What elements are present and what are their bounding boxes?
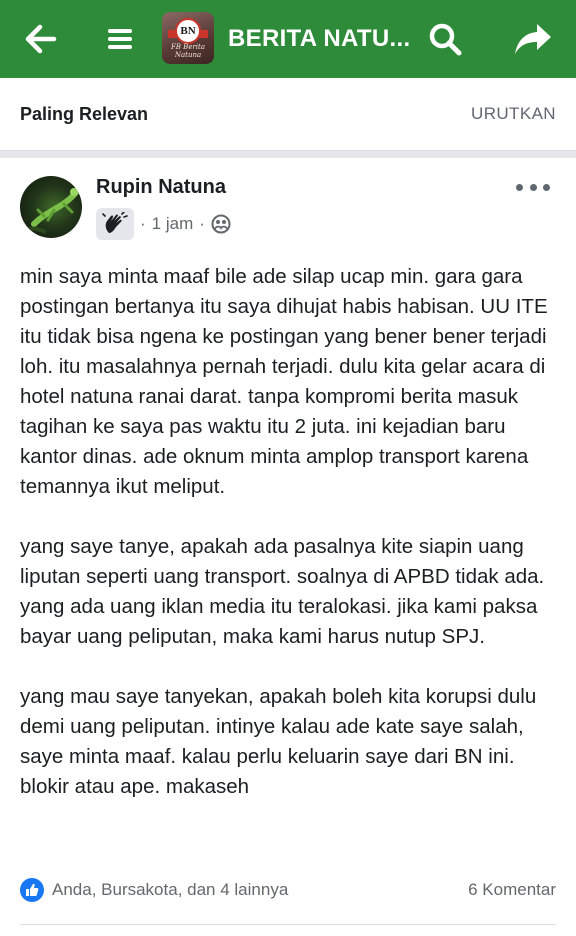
post-paragraph: min saya minta maaf bile ade silap ucap … — [20, 265, 548, 498]
group-members-icon — [211, 214, 231, 234]
meta-dot-2: · — [199, 214, 205, 233]
section-divider — [0, 151, 576, 158]
hamburger-menu-icon — [108, 29, 132, 49]
reactions-summary[interactable]: Anda, Bursakota, dan 4 lainnya — [20, 876, 288, 904]
share-button[interactable] — [506, 0, 560, 78]
top-app-bar: BN FB Berita Natuna BERITA NATU... — [0, 0, 576, 78]
avatar[interactable] — [20, 176, 82, 238]
sort-button[interactable]: URUTKAN — [471, 78, 556, 150]
group-logo[interactable]: BN FB Berita Natuna — [162, 12, 214, 64]
thumbs-up-icon — [26, 883, 39, 896]
lizard-photo-icon — [20, 187, 81, 236]
waving-hand-icon — [102, 212, 128, 233]
post-paragraph: yang mau saye tanyekan, apakah boleh kit… — [20, 685, 537, 798]
post-meta: · 1 jam · — [140, 210, 231, 238]
post-text: min saya minta maaf bile ade silap ucap … — [20, 262, 560, 802]
post-paragraph: yang saye tanye, apakah ada pasalnya kit… — [20, 535, 545, 648]
reactions-text: Anda, Bursakota, dan 4 lainnya — [52, 880, 289, 899]
logo-script: FB Berita Natuna — [170, 43, 206, 59]
share-icon — [515, 24, 551, 54]
more-dot-icon — [529, 183, 537, 191]
group-title[interactable]: BERITA NATU... — [228, 0, 410, 78]
comment-sort-bar: Paling Relevan URUTKAN — [0, 78, 576, 151]
sort-label: Paling Relevan — [20, 104, 149, 124]
logo-badge: BN — [175, 18, 201, 44]
back-arrow-icon — [25, 24, 57, 54]
meta-dot: · — [140, 214, 146, 233]
more-dot-icon — [543, 183, 550, 191]
more-options-button[interactable] — [516, 178, 550, 196]
footer-divider — [20, 924, 556, 925]
search-icon — [429, 23, 462, 56]
search-button[interactable] — [420, 0, 470, 78]
back-button[interactable] — [14, 0, 66, 78]
menu-button[interactable] — [94, 0, 146, 78]
member-badge[interactable] — [96, 208, 134, 240]
comment-count[interactable]: 6 Komentar — [468, 876, 556, 904]
more-dot-icon — [516, 183, 523, 191]
post-time[interactable]: 1 jam — [152, 214, 194, 234]
author-name[interactable]: Rupin Natuna — [96, 176, 226, 199]
like-reaction-icon — [20, 878, 44, 902]
